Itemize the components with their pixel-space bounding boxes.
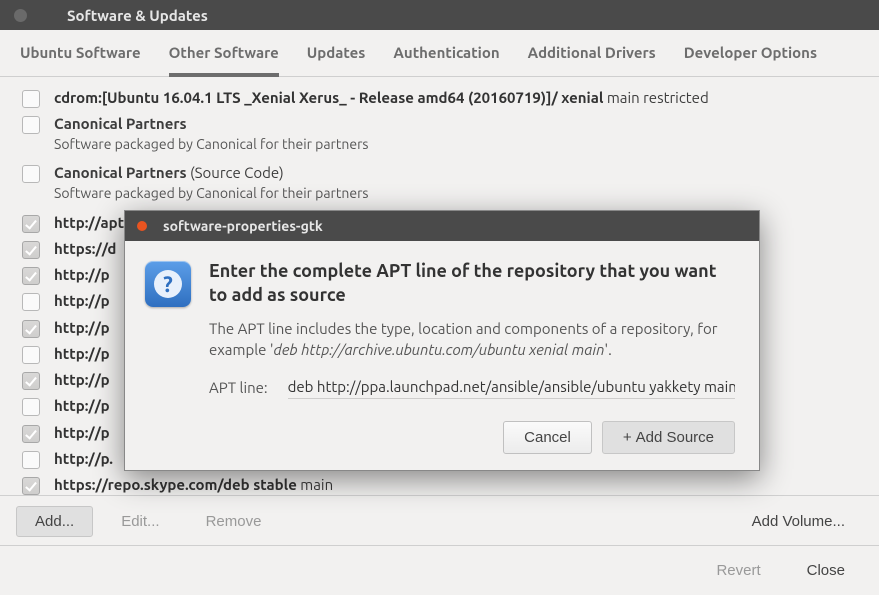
source-subtitle: Software packaged by Canonical for their… <box>54 135 368 154</box>
window-title: Software & Updates <box>67 7 208 24</box>
apt-line-label: APT line: <box>209 379 268 396</box>
source-checkbox[interactable] <box>22 215 40 233</box>
tab-ubuntu-software[interactable]: Ubuntu Software <box>20 44 141 77</box>
dialog-desc-post: '. <box>604 341 611 358</box>
source-text: http://p <box>54 423 110 443</box>
main-window-titlebar: Software & Updates <box>0 0 879 30</box>
revert-button[interactable]: Revert <box>698 556 778 585</box>
source-checkbox[interactable] <box>22 346 40 364</box>
source-checkbox[interactable] <box>22 116 40 134</box>
source-row[interactable]: Canonical PartnersSoftware packaged by C… <box>16 111 863 156</box>
tab-updates[interactable]: Updates <box>307 44 366 77</box>
dialog-desc-example: deb http://archive.ubuntu.com/ubuntu xen… <box>274 341 605 358</box>
question-icon <box>145 261 191 307</box>
window-close-icon[interactable] <box>14 9 27 22</box>
source-text: https://d <box>54 239 116 259</box>
close-button[interactable]: Close <box>789 556 863 585</box>
source-checkbox[interactable] <box>22 165 40 183</box>
source-text: http://p <box>54 344 110 364</box>
source-text: http://p <box>54 396 110 416</box>
dialog-title: software-properties-gtk <box>163 218 323 234</box>
apt-line-input[interactable] <box>288 376 735 399</box>
add-button[interactable]: Add... <box>16 506 93 537</box>
plus-icon: + <box>623 429 632 446</box>
source-checkbox[interactable] <box>22 372 40 390</box>
source-row[interactable]: cdrom:[Ubuntu 16.04.1 LTS _Xenial Xerus_… <box>16 85 863 111</box>
footer-bar: Revert Close <box>0 545 879 595</box>
source-checkbox[interactable] <box>22 320 40 338</box>
source-row[interactable]: Canonical Partners (Source Code)Software… <box>16 160 863 205</box>
dialog-close-icon[interactable] <box>137 221 147 231</box>
source-checkbox[interactable] <box>22 267 40 285</box>
source-checkbox[interactable] <box>22 398 40 416</box>
tab-authentication[interactable]: Authentication <box>393 44 499 77</box>
source-checkbox[interactable] <box>22 477 40 495</box>
tab-additional-drivers[interactable]: Additional Drivers <box>528 44 656 77</box>
source-row[interactable]: https://repo.skype.com/deb stable main <box>16 472 863 495</box>
remove-button[interactable]: Remove <box>188 507 280 536</box>
tabbar: Ubuntu Software Other Software Updates Auth… <box>0 30 879 77</box>
list-actions-bar: Add... Edit... Remove Add Volume... <box>0 495 879 545</box>
source-checkbox[interactable] <box>22 293 40 311</box>
add-source-label: Add Source <box>636 429 714 446</box>
source-text: http://p. <box>54 449 113 469</box>
source-text: Canonical Partners (Source Code)Software… <box>54 163 368 202</box>
tab-developer-options[interactable]: Developer Options <box>684 44 817 77</box>
source-text: http://p <box>54 370 110 390</box>
add-volume-button[interactable]: Add Volume... <box>734 507 863 536</box>
source-subtitle: Software packaged by Canonical for their… <box>54 184 368 203</box>
source-text: http://p <box>54 291 110 311</box>
source-text: https://repo.skype.com/deb stable main <box>54 475 333 495</box>
source-text: http://p <box>54 265 110 285</box>
source-checkbox[interactable] <box>22 425 40 443</box>
cancel-button[interactable]: Cancel <box>503 421 592 454</box>
source-checkbox[interactable] <box>22 90 40 108</box>
edit-button[interactable]: Edit... <box>103 507 177 536</box>
add-source-dialog: software-properties-gtk Enter the comple… <box>124 210 760 471</box>
source-text: http://p <box>54 318 110 338</box>
add-source-button[interactable]: +Add Source <box>602 421 735 454</box>
source-text: Canonical PartnersSoftware packaged by C… <box>54 114 368 153</box>
dialog-titlebar: software-properties-gtk <box>125 211 759 241</box>
source-checkbox[interactable] <box>22 451 40 469</box>
source-checkbox[interactable] <box>22 241 40 259</box>
tab-other-software[interactable]: Other Software <box>169 44 279 77</box>
dialog-description: The APT line includes the type, location… <box>209 318 735 360</box>
dialog-heading: Enter the complete APT line of the repos… <box>209 259 735 308</box>
source-text: cdrom:[Ubuntu 16.04.1 LTS _Xenial Xerus_… <box>54 88 709 108</box>
